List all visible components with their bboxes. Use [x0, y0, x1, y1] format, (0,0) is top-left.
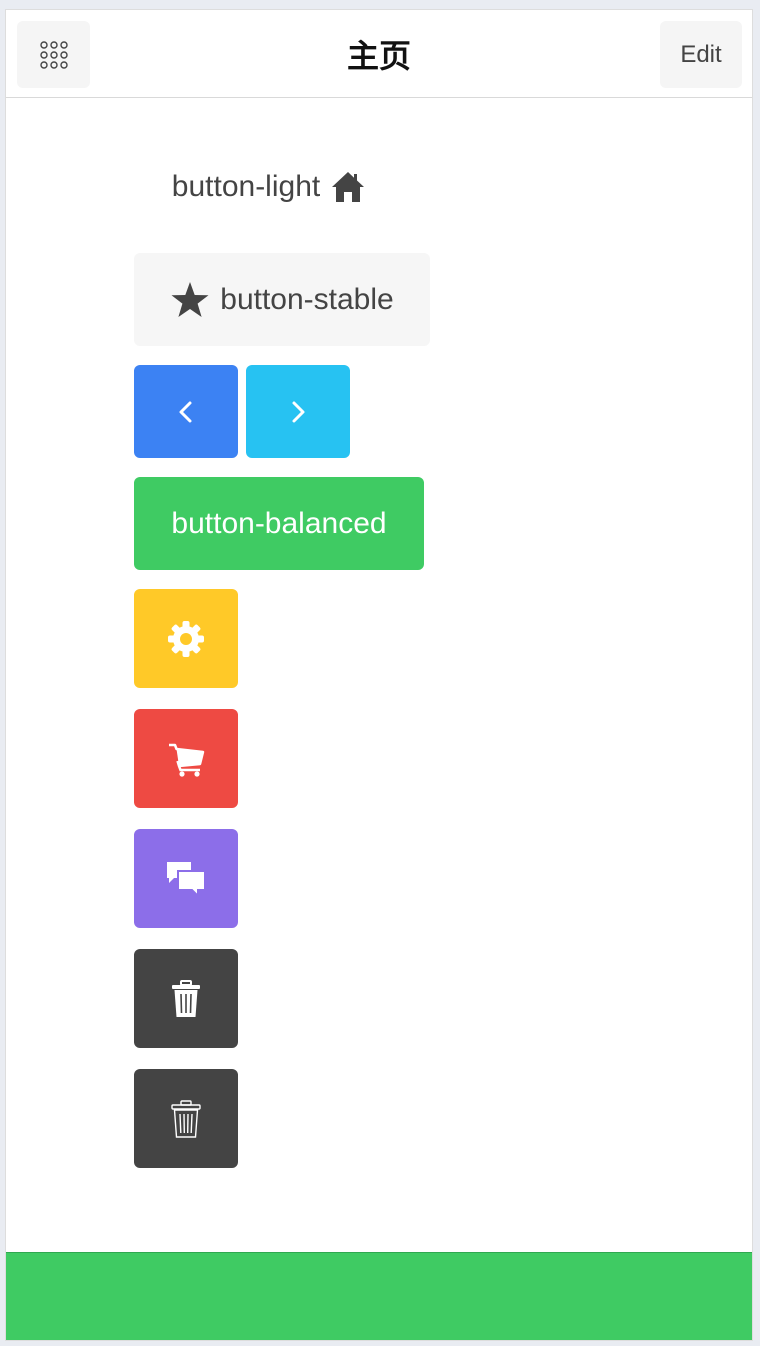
- gear-icon: [166, 619, 206, 659]
- trash-filled-icon: [170, 979, 202, 1019]
- home-icon: [330, 169, 366, 205]
- button-balanced[interactable]: button-balanced: [134, 477, 424, 570]
- chevron-left-icon: [176, 400, 196, 424]
- cart-button[interactable]: [134, 709, 238, 808]
- menu-button[interactable]: [17, 21, 90, 88]
- cart-icon: [166, 739, 206, 779]
- next-button[interactable]: [246, 365, 350, 458]
- star-icon: [170, 280, 210, 320]
- app-frame: 主页 Edit button-light button-stable butto…: [5, 9, 753, 1341]
- button-light-label: button-light: [171, 170, 321, 203]
- button-light[interactable]: button-light: [134, 144, 404, 230]
- chat-bubbles-icon: [165, 858, 207, 900]
- chat-button[interactable]: [134, 829, 238, 928]
- delete-outline-button[interactable]: [134, 1069, 238, 1168]
- edit-button[interactable]: Edit: [660, 21, 742, 88]
- trash-outline-icon: [170, 1099, 202, 1139]
- footer-bar: [6, 1252, 752, 1340]
- chevron-right-icon: [288, 400, 308, 424]
- grid-dots-icon: [38, 39, 70, 71]
- page-title: 主页: [346, 38, 411, 74]
- delete-button[interactable]: [134, 949, 238, 1048]
- button-stable-label: button-stable: [220, 282, 394, 316]
- header-bar: 主页 Edit: [6, 10, 752, 98]
- settings-button[interactable]: [134, 589, 238, 688]
- prev-button[interactable]: [134, 365, 238, 458]
- button-stable[interactable]: button-stable: [134, 253, 430, 346]
